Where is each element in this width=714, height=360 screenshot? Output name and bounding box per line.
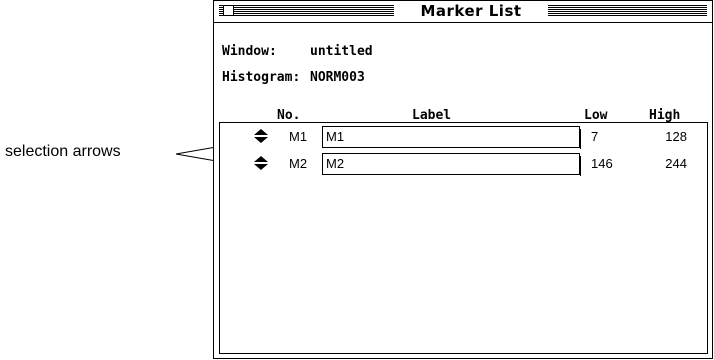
callout-label: selection arrows — [5, 143, 121, 160]
window-title: Marker List — [394, 2, 548, 21]
histogram-label: Histogram: — [222, 70, 301, 85]
up-down-arrows-icon[interactable] — [254, 129, 268, 143]
marker-high-value: 244 — [665, 156, 687, 171]
title-bar-stripes-right — [548, 5, 707, 17]
marker-low-value: 7 — [591, 129, 599, 144]
marker-number: M1 — [289, 129, 308, 144]
up-down-arrows-icon[interactable] — [254, 156, 268, 170]
marker-list-window: Marker List Window: untitled Histogram: NO… — [213, 0, 713, 359]
marker-list: M1 M1 7 128 M2 M2 146 244 — [219, 122, 708, 354]
histogram-value: NORM003 — [310, 70, 365, 85]
window-value: untitled — [310, 44, 373, 59]
marker-number: M2 — [289, 156, 308, 171]
title-bar[interactable]: Marker List — [214, 1, 712, 23]
marker-high-value: 128 — [665, 129, 687, 144]
window-info-row: Window: untitled — [222, 44, 373, 60]
marker-row-m1: M1 M1 7 128 — [220, 124, 707, 150]
marker-label-field[interactable]: M1 — [322, 126, 581, 149]
close-box-icon[interactable] — [223, 5, 234, 16]
title-bar-stripes-left — [219, 5, 394, 17]
marker-label-field[interactable]: M2 — [322, 153, 581, 176]
histogram-info-row: Histogram: NORM003 — [222, 70, 365, 86]
window-label: Window: — [222, 44, 277, 59]
marker-low-value: 146 — [591, 156, 613, 171]
marker-row-m2: M2 M2 146 244 — [220, 151, 707, 177]
